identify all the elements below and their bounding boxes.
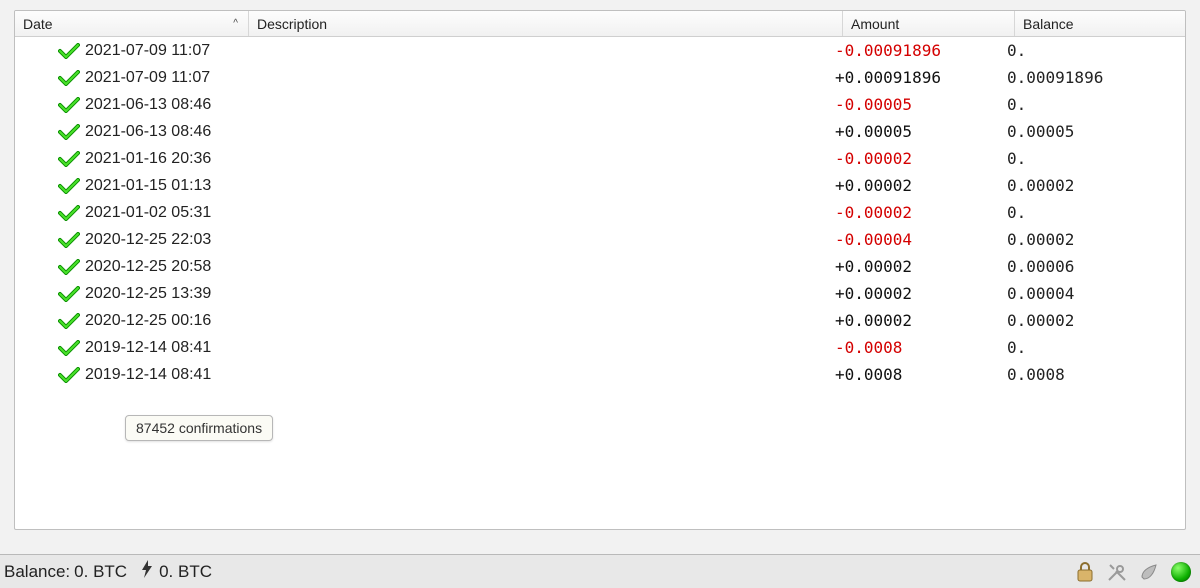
- transaction-balance: 0.: [1007, 145, 1177, 172]
- confirmed-check-icon: [57, 232, 81, 248]
- statusbar: Balance: 0. BTC 0. BTC: [0, 554, 1200, 588]
- column-header-balance-label: Balance: [1023, 16, 1074, 32]
- network-status-icon[interactable]: [1168, 559, 1194, 585]
- transaction-date: 2019-12-14 08:41: [81, 361, 247, 388]
- column-header-amount[interactable]: Amount: [843, 11, 1015, 36]
- confirmed-check-icon: [57, 124, 81, 140]
- transaction-date: 2020-12-25 00:16: [81, 307, 247, 334]
- confirmed-check-icon: [57, 178, 81, 194]
- transaction-balance: 0.00002: [1007, 226, 1177, 253]
- transaction-amount: +0.00002: [835, 253, 1007, 280]
- transaction-balance: 0.: [1007, 37, 1177, 64]
- tools-icon[interactable]: [1104, 559, 1130, 585]
- column-header-description[interactable]: Description: [249, 11, 843, 36]
- transaction-date: 2020-12-25 22:03: [81, 226, 247, 253]
- transaction-amount: +0.00002: [835, 307, 1007, 334]
- transaction-balance: 0.00005: [1007, 118, 1177, 145]
- column-header-balance[interactable]: Balance: [1015, 11, 1185, 36]
- confirmed-check-icon: [57, 43, 81, 59]
- transaction-balance: 0.00002: [1007, 172, 1177, 199]
- transaction-amount: +0.00002: [835, 172, 1007, 199]
- history-panel: Date ^ Description Amount Balance 2021-0…: [14, 10, 1186, 530]
- table-row[interactable]: 2020-12-25 13:39 +0.000020.00004: [15, 280, 1185, 307]
- table-row[interactable]: 2020-12-25 20:58 +0.000020.00006: [15, 253, 1185, 280]
- transaction-date: 2021-07-09 11:07: [81, 64, 247, 91]
- transaction-amount: -0.0008: [835, 334, 1007, 361]
- transaction-amount: -0.00004: [835, 226, 1007, 253]
- confirmed-check-icon: [57, 286, 81, 302]
- transaction-amount: +0.00005: [835, 118, 1007, 145]
- transaction-date: 2021-07-09 11:07: [81, 37, 247, 64]
- confirmations-tooltip: 87452 confirmations: [125, 415, 273, 441]
- lightning-balance-value: 0. BTC: [159, 562, 212, 582]
- transaction-date: 2020-12-25 20:58: [81, 253, 247, 280]
- balance-label: Balance:: [4, 562, 70, 582]
- table-row[interactable]: 2021-07-09 11:07 +0.000918960.00091896: [15, 64, 1185, 91]
- transaction-amount: -0.00002: [835, 145, 1007, 172]
- transaction-balance: 0.0008: [1007, 361, 1177, 388]
- sort-indicator-icon: ^: [233, 18, 238, 29]
- column-header-date-label: Date: [23, 16, 53, 32]
- transaction-amount: -0.00002: [835, 199, 1007, 226]
- transaction-date: 2019-12-14 08:41: [81, 334, 247, 361]
- transaction-date: 2021-06-13 08:46: [81, 118, 247, 145]
- balance-value: 0. BTC: [74, 562, 127, 582]
- transaction-date: 2021-01-02 05:31: [81, 199, 247, 226]
- table-row[interactable]: 2020-12-25 22:03 -0.000040.00002: [15, 226, 1185, 253]
- transaction-amount: -0.00005: [835, 91, 1007, 118]
- column-header-date[interactable]: Date ^: [15, 11, 249, 36]
- confirmed-check-icon: [57, 340, 81, 356]
- transaction-date: 2021-01-16 20:36: [81, 145, 247, 172]
- transaction-date: 2020-12-25 13:39: [81, 280, 247, 307]
- transaction-balance: 0.: [1007, 91, 1177, 118]
- table-row[interactable]: 2021-01-02 05:31 -0.000020.: [15, 199, 1185, 226]
- table-row[interactable]: 2020-12-25 00:16 +0.000020.00002: [15, 307, 1185, 334]
- transaction-amount: +0.0008: [835, 361, 1007, 388]
- transaction-date: 2021-01-15 01:13: [81, 172, 247, 199]
- table-row[interactable]: 2019-12-14 08:41 -0.00080.: [15, 334, 1185, 361]
- confirmed-check-icon: [57, 70, 81, 86]
- transaction-balance: 0.00002: [1007, 307, 1177, 334]
- transaction-balance: 0.00006: [1007, 253, 1177, 280]
- column-header-description-label: Description: [257, 16, 327, 32]
- confirmed-check-icon: [57, 259, 81, 275]
- seed-icon[interactable]: [1136, 559, 1162, 585]
- table-row[interactable]: 2021-01-15 01:13 +0.000020.00002: [15, 172, 1185, 199]
- lightning-icon: [141, 560, 153, 583]
- transaction-balance: 0.: [1007, 334, 1177, 361]
- table-row[interactable]: 2021-01-16 20:36 -0.000020.: [15, 145, 1185, 172]
- table-row[interactable]: 2021-06-13 08:46 -0.000050.: [15, 91, 1185, 118]
- confirmed-check-icon: [57, 313, 81, 329]
- transaction-date: 2021-06-13 08:46: [81, 91, 247, 118]
- transaction-amount: +0.00091896: [835, 64, 1007, 91]
- transaction-balance: 0.00091896: [1007, 64, 1177, 91]
- transaction-amount: +0.00002: [835, 280, 1007, 307]
- confirmed-check-icon: [57, 151, 81, 167]
- table-row[interactable]: 2021-06-13 08:46 +0.000050.00005: [15, 118, 1185, 145]
- confirmations-tooltip-text: 87452 confirmations: [136, 420, 262, 436]
- confirmed-check-icon: [57, 205, 81, 221]
- table-row[interactable]: 2019-12-14 08:41 +0.00080.0008: [15, 361, 1185, 388]
- column-header-amount-label: Amount: [851, 16, 899, 32]
- lock-icon[interactable]: [1072, 559, 1098, 585]
- transaction-rows: 2021-07-09 11:07-0.000918960.2021-07-09 …: [15, 37, 1185, 388]
- transaction-amount: -0.00091896: [835, 37, 1007, 64]
- transaction-balance: 0.00004: [1007, 280, 1177, 307]
- confirmed-check-icon: [57, 367, 81, 383]
- table-row[interactable]: 2021-07-09 11:07 -0.000918960.: [15, 37, 1185, 64]
- confirmed-check-icon: [57, 97, 81, 113]
- transaction-balance: 0.: [1007, 199, 1177, 226]
- column-header-row: Date ^ Description Amount Balance: [15, 11, 1185, 37]
